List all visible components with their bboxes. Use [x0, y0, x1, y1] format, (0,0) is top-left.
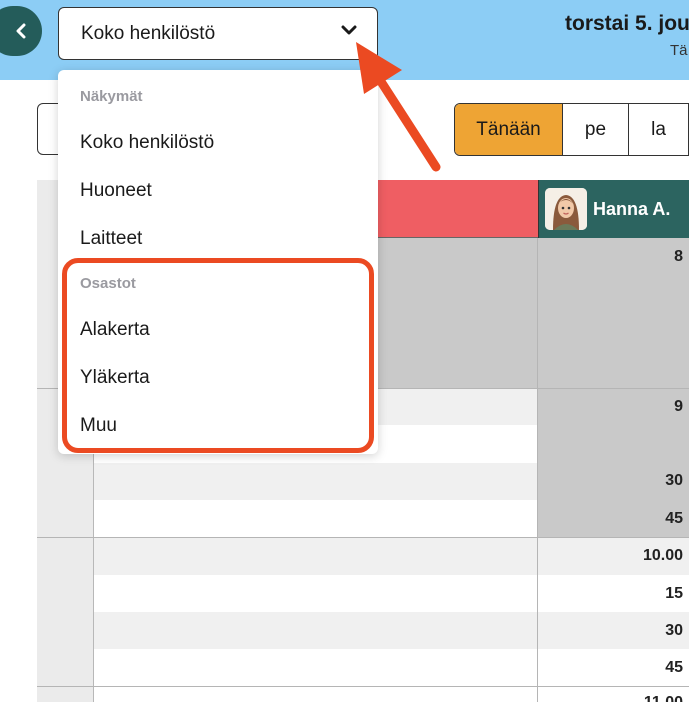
group-heading-views: Näkymät — [80, 88, 143, 105]
hour-divider — [37, 537, 689, 538]
hour-divider — [37, 686, 689, 687]
date-title: torstai 5. jou — [565, 12, 689, 35]
day-button-pe[interactable]: pe — [563, 104, 629, 155]
annotation-arrow-icon — [356, 42, 441, 172]
view-select[interactable]: Koko henkilöstö — [58, 7, 378, 60]
annotation-highlight-box — [62, 258, 374, 453]
today-button[interactable]: Tänään — [455, 104, 563, 155]
avatar — [545, 188, 587, 230]
time-label: 30 — [665, 472, 683, 489]
chevron-down-icon — [341, 25, 357, 35]
chevron-left-icon — [16, 23, 26, 39]
day-button-la[interactable]: la — [629, 104, 689, 155]
menu-item-laitteet[interactable]: Laitteet — [80, 228, 142, 250]
resource-header-hanna[interactable]: Hanna A. — [538, 180, 689, 238]
resource-name: Hanna A. — [593, 198, 671, 219]
day-selector: Tänään pe la — [454, 103, 689, 156]
time-label: 9 — [674, 398, 683, 415]
time-label: 45 — [665, 510, 683, 527]
time-row[interactable] — [94, 538, 689, 575]
time-label: 8 — [674, 248, 683, 265]
date-subtitle: Tä — [670, 42, 688, 59]
time-label: 10.00 — [642, 547, 683, 564]
time-label: 45 — [665, 659, 683, 676]
menu-item-huoneet[interactable]: Huoneet — [80, 180, 152, 202]
time-label: 15 — [665, 585, 683, 602]
time-label: 30 — [665, 622, 683, 639]
menu-item-koko-henkilosto[interactable]: Koko henkilöstö — [80, 132, 214, 154]
time-label: 11.00 — [644, 694, 683, 702]
column-divider — [537, 238, 538, 702]
view-select-value: Koko henkilöstö — [81, 22, 216, 44]
time-row[interactable] — [94, 612, 689, 649]
